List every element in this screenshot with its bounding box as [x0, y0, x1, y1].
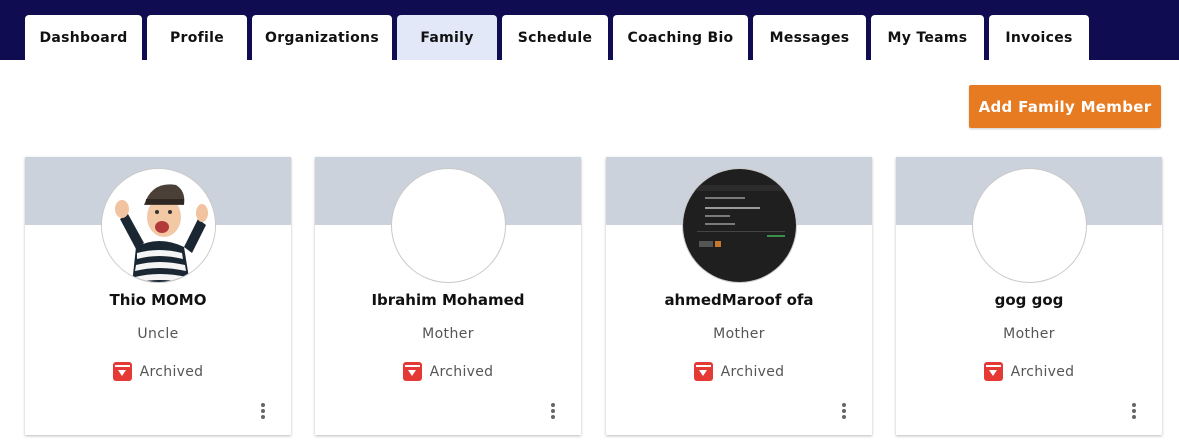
avatar	[391, 168, 506, 283]
tab-invoices[interactable]: Invoices	[989, 15, 1089, 60]
member-name: Thio MOMO	[109, 291, 207, 309]
member-status: Archived	[896, 362, 1162, 381]
member-status: Archived	[25, 362, 291, 381]
member-relation: Mother	[422, 326, 474, 342]
more-vert-icon[interactable]	[836, 401, 852, 421]
status-label: Archived	[139, 363, 204, 380]
member-name: Ibrahim Mohamed	[371, 291, 525, 309]
more-vert-icon[interactable]	[545, 401, 561, 421]
member-name: ahmedMaroof ofa	[664, 291, 814, 309]
status-label: Archived	[1010, 363, 1075, 380]
archive-icon	[112, 362, 132, 381]
top-nav-bar: Dashboard Profile Organizations Family S…	[0, 0, 1179, 60]
member-relation: Mother	[713, 326, 765, 342]
family-member-card: Ibrahim Mohamed Mother Archived	[315, 157, 581, 435]
screenshot-photo-image	[683, 169, 796, 282]
tab-schedule[interactable]: Schedule	[502, 15, 608, 60]
avatar	[682, 168, 797, 283]
child-photo-image	[102, 169, 215, 282]
member-relation: Mother	[1003, 326, 1055, 342]
archive-icon	[693, 362, 713, 381]
member-status: Archived	[606, 362, 872, 381]
avatar	[972, 168, 1087, 283]
tab-profile[interactable]: Profile	[147, 15, 247, 60]
tab-coaching-bio[interactable]: Coaching Bio	[613, 15, 748, 60]
member-status: Archived	[315, 362, 581, 381]
add-family-member-button[interactable]: Add Family Member	[969, 85, 1161, 128]
tab-bar: Dashboard Profile Organizations Family S…	[25, 15, 1094, 60]
family-member-card: gog gog Mother Archived	[896, 157, 1162, 435]
avatar	[101, 168, 216, 283]
status-label: Archived	[429, 363, 494, 380]
tab-dashboard[interactable]: Dashboard	[25, 15, 142, 60]
more-vert-icon[interactable]	[255, 401, 271, 421]
status-label: Archived	[720, 363, 785, 380]
archive-icon	[983, 362, 1003, 381]
member-name: gog gog	[994, 291, 1064, 309]
tab-family[interactable]: Family	[397, 15, 497, 60]
tab-messages[interactable]: Messages	[753, 15, 866, 60]
archive-icon	[402, 362, 422, 381]
family-member-card: ahmedMaroof ofa Mother Archived	[606, 157, 872, 435]
tab-my-teams[interactable]: My Teams	[871, 15, 984, 60]
family-member-card: Thio MOMO Uncle Archived	[25, 157, 291, 435]
more-vert-icon[interactable]	[1126, 401, 1142, 421]
member-relation: Uncle	[137, 326, 179, 342]
tab-organizations[interactable]: Organizations	[252, 15, 392, 60]
